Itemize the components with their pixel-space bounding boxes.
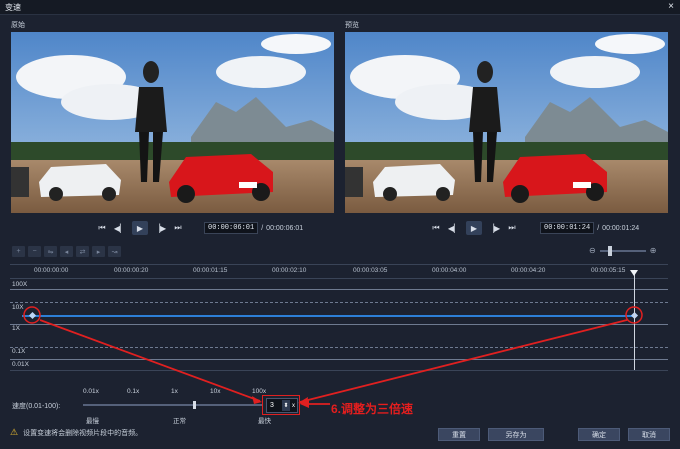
preview-timecode-input[interactable]: 00:00:01:24	[540, 222, 595, 234]
save-as-button[interactable]: 另存为	[488, 428, 544, 441]
speed-slider-knob[interactable]	[193, 401, 196, 409]
y-label-10x: 10X	[12, 304, 24, 311]
gridline-0.1x	[10, 347, 668, 348]
original-timecode-input[interactable]: 00:00:06:01	[204, 222, 259, 234]
y-label-0.01x: 0.01X	[12, 361, 29, 368]
gridline-100x	[10, 289, 668, 290]
original-playback-controls: ⏮ ◀▏ ▶ ▕▶ ⏭	[96, 221, 184, 235]
zoom-slider[interactable]	[599, 245, 646, 256]
scale-tick-1x: 1x	[171, 388, 178, 395]
ok-button[interactable]: 确定	[578, 428, 620, 441]
ruler-tick-label: 00:00:04:00	[432, 267, 467, 274]
ease-keyframe-icon[interactable]: ↝	[108, 246, 121, 257]
next-keyframe-icon[interactable]: ▸	[92, 246, 105, 257]
warning-message: ⚠ 设置变速将会删除视频片段中的音频。	[10, 427, 142, 438]
go-to-end-icon[interactable]: ⏭	[506, 222, 518, 234]
ruler-tick-label: 00:00:04:20	[511, 267, 546, 274]
original-label: 原始	[11, 22, 25, 29]
reverse-keyframe-icon[interactable]: ⇋	[44, 246, 57, 257]
speed-slider[interactable]	[83, 401, 263, 409]
timecode-separator: /	[597, 224, 600, 232]
play-icon[interactable]: ▶	[466, 221, 482, 235]
annotation-note: 6.调整为三倍速	[331, 402, 414, 416]
preview-playback-controls: ⏮ ◀▏ ▶ ▕▶ ⏭	[430, 221, 518, 235]
fastest-label: 最快	[258, 418, 271, 425]
scale-tick-0.01x: 0.01x	[83, 388, 99, 395]
ruler-tick-label: 00:00:01:15	[193, 267, 228, 274]
preview-label: 预览	[345, 22, 359, 29]
preview-scene-image	[345, 32, 668, 213]
timecode-separator: /	[261, 224, 264, 232]
warning-icon: ⚠	[10, 427, 19, 437]
reset-button[interactable]: 重置	[438, 428, 480, 441]
ruler-tick-label: 00:00:05:15	[591, 267, 626, 274]
gridline-10x	[10, 302, 668, 303]
close-icon[interactable]: ×	[668, 1, 674, 12]
y-label-0.1x: 0.1X	[12, 348, 26, 355]
original-timecode: 00:00:06:01 / 00:00:06:01	[204, 222, 303, 234]
preview-video-frame	[345, 32, 668, 213]
title-bar: 变速 ×	[0, 0, 680, 15]
speed-graph[interactable]: 100X 10X 1X 0.1X 0.01X	[10, 278, 668, 371]
remove-keyframe-icon[interactable]: −	[28, 246, 41, 257]
previous-frame-icon[interactable]: ◀▏	[114, 222, 126, 234]
normal-label: 正常	[173, 418, 186, 425]
zoom-slider-knob[interactable]	[607, 245, 612, 256]
keyframe-toolbar: + − ⇋ ◂ ⇄ ▸ ↝	[12, 246, 121, 257]
ruler-tick-label: 00:00:02:10	[272, 267, 307, 274]
next-frame-icon[interactable]: ▕▶	[154, 222, 166, 234]
gridline-1x	[10, 324, 668, 325]
y-label-100x: 100X	[12, 281, 28, 288]
gridline-0.01x	[10, 359, 668, 360]
scale-tick-0.1x: 0.1x	[127, 388, 140, 395]
swap-keyframe-icon[interactable]: ⇄	[76, 246, 89, 257]
timeline-ruler[interactable]: 00:00:00:00 00:00:00:20 00:00:01:15 00:0…	[10, 264, 668, 279]
previous-frame-icon[interactable]: ◀▏	[448, 222, 460, 234]
window-title: 变速	[5, 3, 21, 12]
cancel-button[interactable]: 取消	[628, 428, 670, 441]
ruler-tick-label: 00:00:03:05	[353, 267, 388, 274]
original-video-frame	[11, 32, 334, 213]
y-label-1x: 1X	[12, 325, 20, 332]
go-to-start-icon[interactable]: ⏮	[430, 222, 442, 234]
zoom-out-icon[interactable]: ⊖	[589, 246, 596, 255]
speed-label: 速度(0.01-100):	[12, 403, 61, 410]
go-to-end-icon[interactable]: ⏭	[172, 222, 184, 234]
prev-keyframe-icon[interactable]: ◂	[60, 246, 73, 257]
go-to-start-icon[interactable]: ⏮	[96, 222, 108, 234]
slowest-label: 最慢	[86, 418, 99, 425]
speed-curve[interactable]	[22, 315, 634, 317]
next-frame-icon[interactable]: ▕▶	[488, 222, 500, 234]
original-duration: 00:00:06:01	[266, 224, 304, 232]
ruler-tick-label: 00:00:00:20	[114, 267, 149, 274]
playhead-line[interactable]	[634, 272, 635, 370]
scale-tick-10x: 10x	[210, 388, 221, 395]
add-keyframe-icon[interactable]: +	[12, 246, 25, 257]
annotation-arrowhead-note	[300, 400, 309, 408]
timeline-zoom: ⊖ ⊕	[589, 245, 657, 256]
zoom-in-icon[interactable]: ⊕	[650, 246, 657, 255]
preview-duration: 00:00:01:24	[602, 224, 640, 232]
scale-tick-100x: 100x	[252, 388, 267, 395]
play-icon[interactable]: ▶	[132, 221, 148, 235]
warning-text: 设置变速将会删除视频片段中的音频。	[23, 429, 143, 437]
ruler-tick-label: 00:00:00:00	[34, 267, 69, 274]
annotation-arrowhead-left	[252, 396, 262, 404]
playhead-handle[interactable]	[630, 270, 638, 276]
preview-timecode: 00:00:01:24 / 00:00:01:24	[540, 222, 639, 234]
original-scene-image	[11, 32, 334, 213]
speed-spinbox-highlight	[262, 395, 300, 415]
